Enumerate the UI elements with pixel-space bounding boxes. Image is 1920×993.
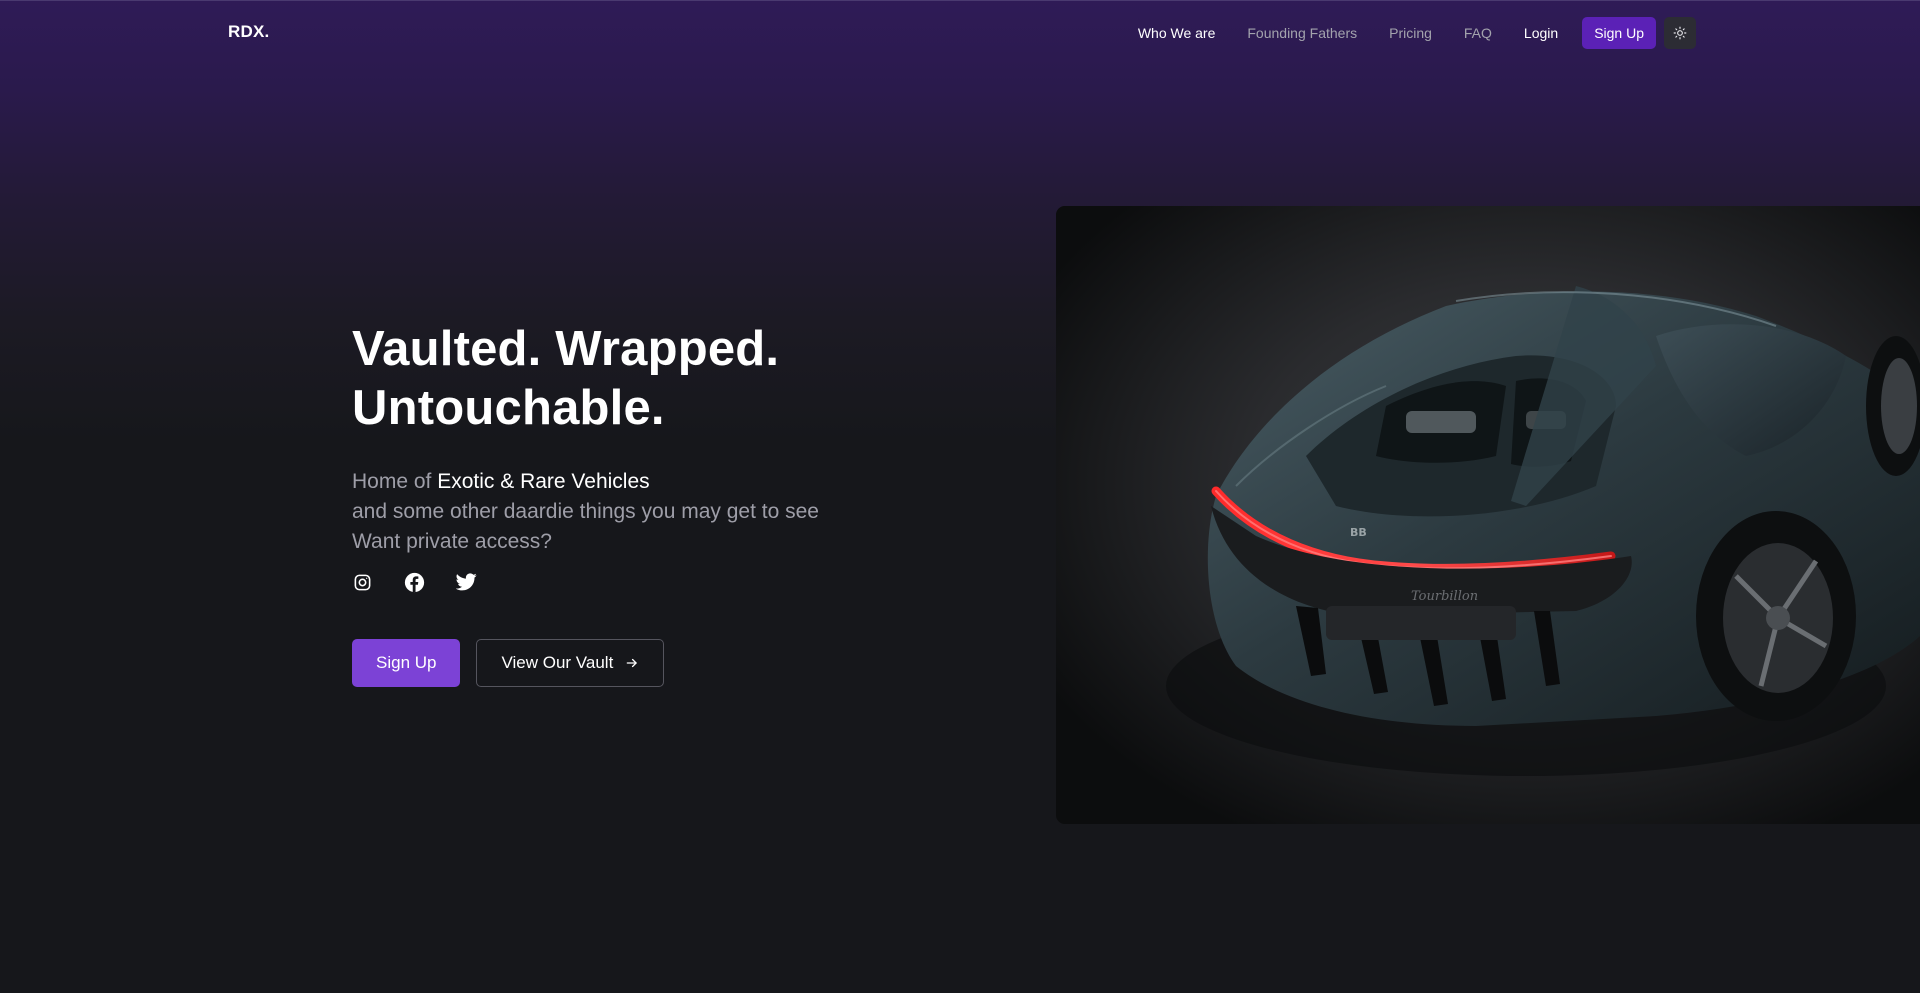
main-nav: Who We are Founding Fathers Pricing FAQ … [1106, 17, 1696, 49]
nav-link-faq[interactable]: FAQ [1464, 25, 1492, 41]
hero-title-line-1: Vaulted. Wrapped. [352, 322, 780, 376]
svg-text:Tourbillon: Tourbillon [1411, 589, 1478, 604]
subtitle-line-2: and some other daardie things you may ge… [352, 500, 819, 523]
nav-signup-button[interactable]: Sign Up [1582, 17, 1656, 49]
nav-link-founding-fathers[interactable]: Founding Fathers [1247, 25, 1357, 41]
sun-icon [1673, 26, 1687, 40]
view-vault-label: View Our Vault [501, 653, 614, 672]
instagram-icon[interactable] [352, 572, 373, 593]
nav-login-link[interactable]: Login [1524, 25, 1558, 41]
social-links [352, 570, 912, 594]
hero-car-image: Tourbillon BB [1056, 206, 1920, 824]
hero-title: Vaulted. Wrapped. Untouchable. [352, 320, 912, 438]
nav-link-who-we-are[interactable]: Who We are [1138, 25, 1216, 41]
hero-subtitle: Home of Exotic & Rare Vehicles and some … [352, 467, 912, 557]
subtitle-highlight: Exotic & Rare Vehicles [437, 470, 650, 493]
facebook-icon[interactable] [404, 572, 425, 593]
site-header: RDX. Who We are Founding Fathers Pricing… [0, 0, 1920, 66]
theme-toggle-button[interactable] [1664, 17, 1696, 49]
subtitle-line-3: Want private access? [352, 530, 552, 553]
subtitle-prefix: Home of [352, 470, 438, 493]
twitter-icon[interactable] [456, 572, 477, 593]
arrow-right-icon [625, 656, 639, 670]
brand-logo[interactable]: RDX. [228, 22, 269, 42]
view-vault-button[interactable]: View Our Vault [476, 639, 665, 687]
hero-cta-group: Sign Up View Our Vault [352, 639, 912, 687]
hero-section: Vaulted. Wrapped. Untouchable. Home of E… [352, 320, 912, 687]
hero-signup-button[interactable]: Sign Up [352, 639, 461, 687]
svg-text:BB: BB [1350, 526, 1367, 539]
hero-title-line-2: Untouchable. [352, 381, 665, 435]
nav-link-pricing[interactable]: Pricing [1389, 25, 1432, 41]
